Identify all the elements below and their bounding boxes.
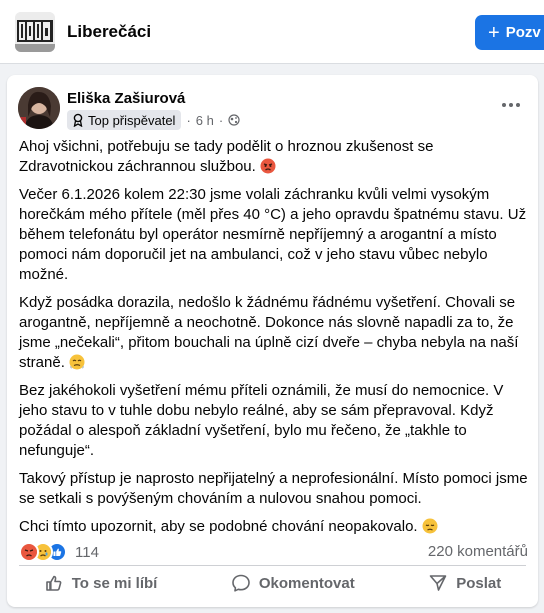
meta-separator: · xyxy=(186,112,191,128)
meta-separator-2: · xyxy=(218,112,224,128)
badge-icon xyxy=(73,113,83,127)
post-meta: Top přispěvatel · 6 h · xyxy=(67,110,240,130)
avatar[interactable] xyxy=(18,87,60,129)
comment-label: Okomentovat xyxy=(258,574,355,592)
reaction-count: 114 xyxy=(75,543,99,561)
post-paragraph: Ahoj všichni, potřebuju se tady podělit … xyxy=(19,138,434,175)
post-actions: To se mi líbí Okomentovat Poslat xyxy=(7,567,538,599)
thumbs-up-icon xyxy=(45,575,62,591)
comments-count[interactable]: 220 komentářů xyxy=(428,543,528,560)
disappointed-face-icon xyxy=(422,518,438,534)
comment-button[interactable]: Okomentovat xyxy=(231,573,355,593)
steaming-face-icon xyxy=(69,354,85,370)
author-name[interactable]: Eliška Zašiurová xyxy=(67,90,185,108)
post-paragraph: Večer 6.1.2026 kolem 22:30 jsme volali z… xyxy=(19,186,527,283)
send-label: Poslat xyxy=(456,574,502,592)
angry-face-icon xyxy=(260,158,276,174)
dot-icon xyxy=(509,103,513,107)
comment-icon xyxy=(232,574,250,592)
top-contributor-badge[interactable]: Top přispěvatel xyxy=(67,110,182,130)
post-paragraph: Takový přístup je naprosto nepřijatelný … xyxy=(19,470,528,507)
divider xyxy=(19,565,526,566)
dot-icon xyxy=(502,103,506,107)
post-time[interactable]: 6 h xyxy=(196,113,214,128)
plus-icon: + xyxy=(488,21,500,44)
globe-icon xyxy=(228,114,240,126)
invite-button[interactable]: + Pozv xyxy=(475,15,544,50)
post-card: Eliška Zašiurová Top přispěvatel · 6 h ·… xyxy=(7,75,538,607)
group-header: Liberečáci + Pozv xyxy=(0,0,544,64)
send-icon xyxy=(429,575,447,591)
angry-reaction-icon xyxy=(19,542,39,562)
more-options-button[interactable] xyxy=(496,95,526,115)
invite-button-label: Pozv xyxy=(505,24,541,41)
post-paragraph: Když posádka dorazila, nedošlo k žádnému… xyxy=(19,294,519,371)
like-button[interactable]: To se mi líbí xyxy=(44,573,158,593)
group-logo[interactable] xyxy=(15,12,55,52)
post-paragraph: Bez jakéhokoli vyšetření mému příteli oz… xyxy=(19,382,504,459)
group-name[interactable]: Liberečáci xyxy=(67,22,151,42)
reactions-summary[interactable]: 114 xyxy=(19,541,99,563)
dot-icon xyxy=(516,103,520,107)
badge-label: Top přispěvatel xyxy=(88,112,176,128)
like-label: To se mi líbí xyxy=(71,574,158,592)
send-button[interactable]: Poslat xyxy=(428,573,501,593)
post-paragraph: Chci tímto upozornit, aby se podobné cho… xyxy=(19,517,531,537)
post-body: Ahoj všichni, potřebuju se tady podělit … xyxy=(19,137,531,545)
